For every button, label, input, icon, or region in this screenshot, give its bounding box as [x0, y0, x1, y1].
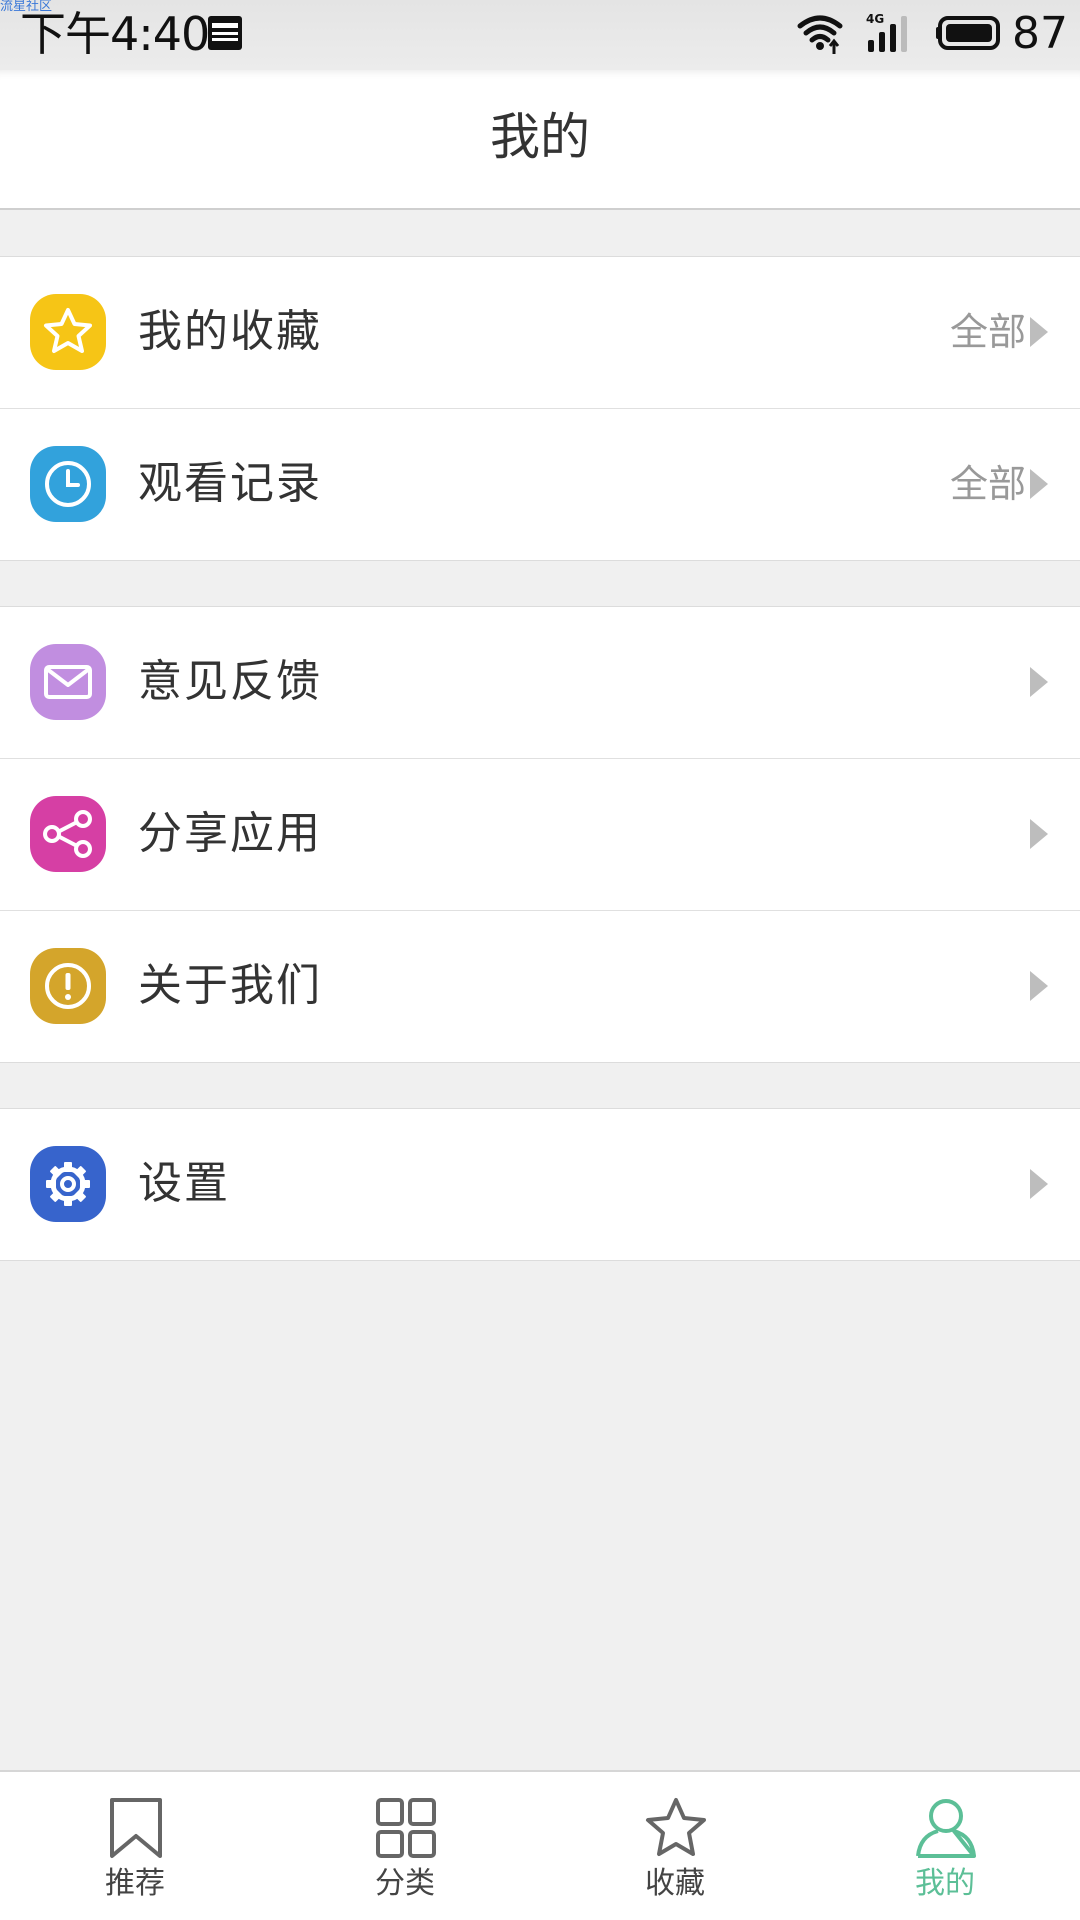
menu-item-favorites[interactable]: 我的收藏 全部: [0, 257, 1080, 408]
tab-recommend[interactable]: 推荐: [0, 1772, 270, 1920]
chevron-right-icon: [1030, 1169, 1048, 1199]
menu-item-history[interactable]: 观看记录 全部: [0, 408, 1080, 560]
header: 我的: [0, 70, 1080, 210]
tab-category[interactable]: 分类: [270, 1772, 540, 1920]
menu-group-2: 意见反馈 分享应用 关于我们: [0, 606, 1080, 1063]
chevron-right-icon: [1030, 667, 1048, 697]
signal-4g-icon: 4G: [866, 12, 907, 52]
menu-item-share[interactable]: 分享应用: [0, 758, 1080, 910]
tab-label: 收藏: [645, 1866, 705, 1901]
bottom-tab-bar: 推荐 分类 收藏 我的: [0, 1770, 1080, 1920]
wifi-icon: [797, 15, 843, 54]
tab-label: 推荐: [105, 1866, 165, 1901]
menu-item-label: 我的收藏: [138, 306, 322, 357]
status-bar: 流星社区 下午4:40 4G 87: [0, 0, 1080, 70]
menu-item-label: 意见反馈: [138, 656, 322, 707]
person-icon: [916, 1799, 976, 1858]
menu-item-label: 关于我们: [138, 960, 322, 1011]
menu-item-settings[interactable]: 设置: [0, 1109, 1080, 1260]
battery-level: 87: [1012, 8, 1068, 59]
menu-item-all-link[interactable]: 全部: [950, 459, 1026, 509]
menu-item-label: 设置: [138, 1158, 230, 1209]
chevron-right-icon: [1030, 819, 1048, 849]
share-icon: [30, 796, 106, 872]
menu-item-label: 分享应用: [138, 808, 322, 859]
tab-label: 分类: [375, 1866, 435, 1901]
tab-label: 我的: [915, 1866, 975, 1901]
star-outline-icon: [646, 1798, 706, 1856]
gear-icon: [30, 1146, 106, 1222]
menu-item-all-link[interactable]: 全部: [950, 307, 1026, 357]
tab-mine[interactable]: 我的: [810, 1772, 1080, 1920]
news-icon: [208, 16, 242, 50]
battery-icon: [936, 16, 1000, 50]
mail-icon: [30, 644, 106, 720]
menu-group-3: 设置: [0, 1108, 1080, 1261]
menu-item-feedback[interactable]: 意见反馈: [0, 607, 1080, 758]
clock-icon: [30, 446, 106, 522]
chevron-right-icon: [1030, 971, 1048, 1001]
chevron-right-icon: [1030, 317, 1048, 347]
tab-favorites[interactable]: 收藏: [540, 1772, 810, 1920]
menu-item-about[interactable]: 关于我们: [0, 910, 1080, 1062]
status-time: 下午4:40: [20, 7, 210, 61]
grid-icon: [376, 1798, 436, 1858]
info-icon: [30, 948, 106, 1024]
menu-group-1: 我的收藏 全部 观看记录 全部: [0, 256, 1080, 561]
bookmark-icon: [110, 1798, 162, 1858]
screen: 流星社区 下午4:40 4G 87 我的 我的收藏 全部 观看记录 全部 意见反…: [0, 0, 1080, 1920]
page-title: 我的: [490, 108, 590, 166]
menu-item-label: 观看记录: [138, 458, 322, 509]
chevron-right-icon: [1030, 469, 1048, 499]
star-icon: [30, 294, 106, 370]
svg-text:4G: 4G: [866, 12, 884, 26]
